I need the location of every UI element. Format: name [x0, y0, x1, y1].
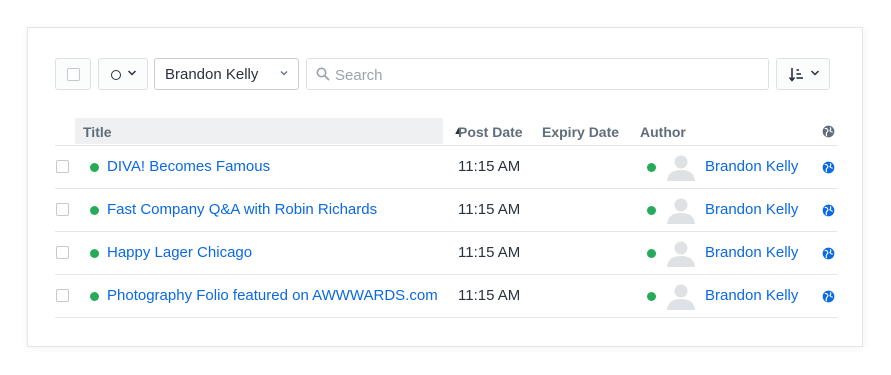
globe-icon[interactable]	[822, 247, 835, 260]
row-checkbox[interactable]	[56, 203, 69, 216]
post-date-cell: 11:15 AM	[458, 158, 521, 175]
post-date-cell: 11:15 AM	[458, 201, 521, 218]
user-avatar-icon	[667, 198, 695, 224]
author-header[interactable]: Author	[640, 124, 686, 140]
author-link[interactable]: Brandon Kelly	[705, 287, 798, 304]
author-status-indicator	[647, 163, 656, 172]
sort-button[interactable]	[776, 58, 830, 90]
table-header: Title ▲ Post Date Expiry Date Author	[55, 118, 837, 146]
title-column-header[interactable]	[75, 118, 443, 144]
status-filter-button[interactable]	[98, 58, 148, 90]
table-row: DIVA! Becomes Famous 11:15 AM Brandon Ke…	[55, 146, 837, 189]
expiry-date-header[interactable]: Expiry Date	[542, 124, 619, 140]
globe-icon[interactable]	[822, 204, 835, 217]
table-row: Fast Company Q&A with Robin Richards 11:…	[55, 189, 837, 232]
status-live-indicator	[90, 206, 99, 215]
status-live-indicator	[90, 292, 99, 301]
entries-card: Brandon Kelly Search Title ▲ Post Date E…	[27, 27, 863, 347]
entry-title-link[interactable]: Photography Folio featured on AWWWARDS.c…	[107, 287, 438, 304]
chevron-down-icon	[280, 71, 288, 76]
search-box[interactable]	[306, 58, 769, 90]
globe-icon[interactable]	[822, 290, 835, 303]
status-live-indicator	[90, 249, 99, 258]
entry-title-link[interactable]: Happy Lager Chicago	[107, 244, 252, 261]
post-date-header[interactable]: Post Date	[458, 124, 523, 140]
post-date-cell: 11:15 AM	[458, 244, 521, 261]
post-date-cell: 11:15 AM	[458, 287, 521, 304]
sort-descending-icon	[789, 68, 803, 82]
entry-title-link[interactable]: Fast Company Q&A with Robin Richards	[107, 201, 377, 218]
select-all-checkbox[interactable]	[67, 68, 80, 81]
search-icon	[316, 67, 330, 81]
chevron-down-icon	[810, 70, 820, 76]
circle-icon	[111, 70, 121, 80]
author-status-indicator	[647, 206, 656, 215]
author-status-indicator	[647, 292, 656, 301]
entry-title-link[interactable]: DIVA! Becomes Famous	[107, 158, 270, 175]
select-all-button[interactable]	[55, 58, 91, 90]
status-live-indicator	[90, 163, 99, 172]
author-link[interactable]: Brandon Kelly	[705, 158, 798, 175]
globe-icon[interactable]	[822, 161, 835, 174]
chevron-down-icon	[127, 70, 137, 76]
user-avatar-icon	[667, 241, 695, 267]
globe-icon	[822, 125, 835, 138]
author-link[interactable]: Brandon Kelly	[705, 201, 798, 218]
row-checkbox[interactable]	[56, 246, 69, 259]
author-status-indicator	[647, 249, 656, 258]
author-link[interactable]: Brandon Kelly	[705, 244, 798, 261]
user-avatar-icon	[667, 155, 695, 181]
row-checkbox[interactable]	[56, 289, 69, 302]
row-checkbox[interactable]	[56, 160, 69, 173]
search-input[interactable]	[333, 63, 757, 87]
table-row: Photography Folio featured on AWWWARDS.c…	[55, 275, 837, 318]
user-filter-value: Brandon Kelly	[165, 66, 259, 83]
table-row: Happy Lager Chicago 11:15 AM Brandon Kel…	[55, 232, 837, 275]
user-filter-select[interactable]: Brandon Kelly	[154, 58, 299, 90]
title-header-label[interactable]: Title	[83, 124, 112, 140]
user-avatar-icon	[667, 284, 695, 310]
